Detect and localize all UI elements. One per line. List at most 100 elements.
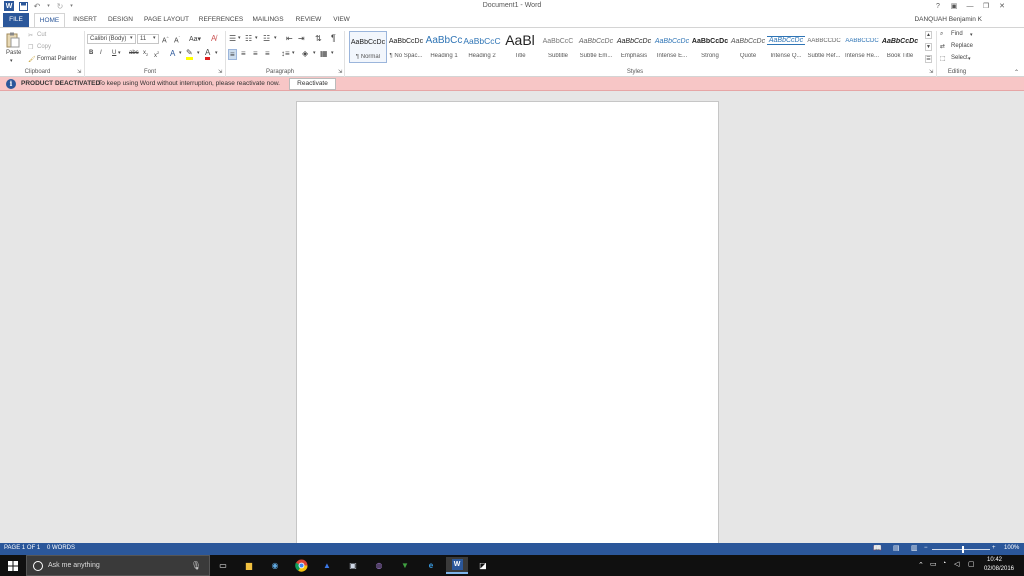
copy-button[interactable]: Copy — [37, 44, 51, 50]
increase-indent-icon[interactable]: ⇥ — [298, 34, 305, 43]
page-count[interactable]: PAGE 1 OF 1 — [4, 545, 40, 551]
replace-icon[interactable]: ⇄ — [940, 43, 945, 50]
text-effects-icon[interactable]: A — [170, 49, 175, 58]
shrink-font-icon[interactable]: Aˇ — [174, 35, 180, 44]
app-icon-green[interactable]: ▼ — [394, 557, 416, 574]
copy-icon[interactable]: ❐ — [28, 44, 33, 51]
battery-icon[interactable]: ▭ — [930, 560, 937, 568]
style-normal[interactable]: AaBbCcDc ¶ Normal — [349, 31, 387, 63]
paste-dropdown-icon[interactable]: ▾ — [10, 58, 13, 64]
align-right-icon[interactable]: ≡ — [253, 49, 258, 58]
grow-font-icon[interactable]: A^ — [162, 35, 169, 44]
style-intense-emphasis[interactable]: AaBbCcDc Intense E... — [653, 31, 691, 63]
font-launcher-icon[interactable]: ⇲ — [218, 69, 222, 75]
style-no-spacing[interactable]: AaBbCcDc ¶ No Spac... — [387, 31, 425, 63]
bullets-icon[interactable]: ☰ — [229, 34, 236, 43]
bullets-dropdown-icon[interactable]: ▾ — [238, 35, 241, 41]
styles-more-icon[interactable]: ☰ — [925, 55, 932, 63]
minimize-icon[interactable]: — — [962, 0, 978, 12]
format-painter-button[interactable]: Format Painter — [37, 56, 77, 62]
underline-dropdown-icon[interactable]: ▾ — [118, 50, 121, 56]
show-hidden-icons-icon[interactable]: ⌃ — [918, 561, 924, 569]
tab-view[interactable]: VIEW — [329, 13, 354, 27]
style-intense-quote[interactable]: AaBbCcDc Intense Q... — [767, 31, 805, 63]
style-heading-2[interactable]: AaBbCcC Heading 2 — [463, 31, 501, 63]
zoom-slider-thumb[interactable] — [962, 546, 964, 553]
paste-label[interactable]: Paste — [6, 50, 21, 56]
sort-icon[interactable]: ⇅ — [315, 34, 322, 43]
select-button[interactable]: Select — [951, 55, 968, 61]
style-intense-reference[interactable]: AABBCCDC Intense Re... — [843, 31, 881, 63]
numbering-icon[interactable]: ☷ — [245, 34, 252, 43]
paragraph-launcher-icon[interactable]: ⇲ — [338, 69, 342, 75]
find-button[interactable]: Find — [951, 31, 963, 37]
task-view-icon[interactable]: ▭ — [212, 557, 234, 574]
line-spacing-dropdown-icon[interactable]: ▾ — [292, 50, 295, 56]
shading-dropdown-icon[interactable]: ▾ — [313, 50, 316, 56]
word-count[interactable]: 0 WORDS — [47, 545, 75, 551]
chrome-icon[interactable] — [290, 557, 312, 574]
format-painter-icon[interactable]: 🖌 — [28, 56, 36, 63]
tab-design[interactable]: DESIGN — [104, 13, 137, 27]
tab-review[interactable]: REVIEW — [292, 13, 325, 27]
clear-formatting-icon[interactable]: A̸ — [211, 34, 216, 43]
style-emphasis[interactable]: AaBbCcDc Emphasis — [615, 31, 653, 63]
select-dropdown-icon[interactable]: ▾ — [968, 56, 971, 62]
show-formatting-icon[interactable]: ¶ — [331, 33, 336, 43]
close-icon[interactable]: ✕ — [994, 0, 1010, 12]
style-quote[interactable]: AaBbCcDc Quote — [729, 31, 767, 63]
shading-icon[interactable]: ◈ — [302, 49, 308, 58]
style-subtitle[interactable]: AaBbCcC Subtitle — [539, 31, 577, 63]
styles-scroll-up-icon[interactable]: ▲ — [925, 31, 932, 39]
highlight-icon[interactable]: ✎ — [186, 48, 193, 60]
text-effects-dropdown-icon[interactable]: ▾ — [179, 50, 182, 56]
strikethrough-icon[interactable]: abc — [129, 50, 139, 56]
steam-icon[interactable]: ◉ — [264, 557, 286, 574]
print-layout-icon[interactable]: ▤ — [893, 544, 900, 552]
zoom-out-icon[interactable]: − — [924, 545, 928, 551]
taskbar-search-box[interactable]: Ask me anything 🎙 — [26, 555, 210, 576]
ribbon-display-options-icon[interactable]: ▣ — [946, 0, 962, 12]
volume-icon[interactable]: ◁ — [954, 560, 959, 568]
cut-icon[interactable]: ✂ — [28, 32, 33, 39]
align-left-icon[interactable]: ≡ — [228, 49, 237, 60]
styles-scroll-down-icon[interactable]: ▼ — [925, 43, 932, 51]
font-color-icon[interactable]: A — [205, 48, 211, 60]
web-layout-icon[interactable]: ▥ — [911, 544, 918, 552]
help-icon[interactable]: ? — [930, 0, 946, 12]
font-size-chevron-icon[interactable]: ▾ — [153, 35, 156, 41]
reactivate-button[interactable]: Reactivate — [289, 78, 336, 90]
windows-start-icon[interactable] — [0, 555, 26, 576]
decrease-indent-icon[interactable]: ⇤ — [286, 34, 293, 43]
edge-icon[interactable]: e — [420, 557, 442, 574]
select-icon[interactable]: ⬚ — [940, 55, 946, 62]
style-subtle-emphasis[interactable]: AaBbCcDc Subtle Em... — [577, 31, 615, 63]
font-color-dropdown-icon[interactable]: ▾ — [215, 50, 218, 56]
multilevel-list-dropdown-icon[interactable]: ▾ — [274, 35, 277, 41]
style-subtle-reference[interactable]: AABBCCDC Subtle Ref... — [805, 31, 843, 63]
style-title[interactable]: AaBl Title — [501, 31, 539, 63]
multilevel-list-icon[interactable]: ☳ — [263, 34, 270, 43]
bold-icon[interactable]: B — [89, 50, 93, 56]
clipboard-launcher-icon[interactable]: ⇲ — [77, 69, 81, 75]
borders-dropdown-icon[interactable]: ▾ — [331, 50, 334, 56]
find-dropdown-icon[interactable]: ▾ — [970, 32, 973, 38]
font-name-chevron-icon[interactable]: ▾ — [130, 35, 133, 41]
tab-home[interactable]: HOME — [34, 13, 65, 28]
maximize-icon[interactable]: ❐ — [978, 0, 994, 12]
styles-launcher-icon[interactable]: ⇲ — [929, 69, 933, 75]
tab-insert[interactable]: INSERT — [70, 13, 100, 27]
microphone-icon[interactable]: 🎙 — [191, 561, 201, 570]
zoom-slider[interactable] — [932, 549, 990, 550]
app-icon-blue[interactable]: ▲ — [316, 557, 338, 574]
app-icon-window[interactable]: ▣ — [342, 557, 364, 574]
find-icon[interactable]: ⌕ — [940, 31, 943, 38]
tab-file[interactable]: FILE — [3, 13, 29, 27]
font-name-dropdown[interactable]: Calibri (Body) — [87, 34, 136, 44]
tab-mailings[interactable]: MAILINGS — [249, 13, 287, 27]
replace-button[interactable]: Replace — [951, 43, 973, 49]
underline-icon[interactable]: U — [112, 50, 116, 56]
clock-time[interactable]: 10:42 — [987, 557, 1002, 563]
tab-page-layout[interactable]: PAGE LAYOUT — [141, 13, 192, 27]
italic-icon[interactable]: I — [100, 50, 102, 56]
